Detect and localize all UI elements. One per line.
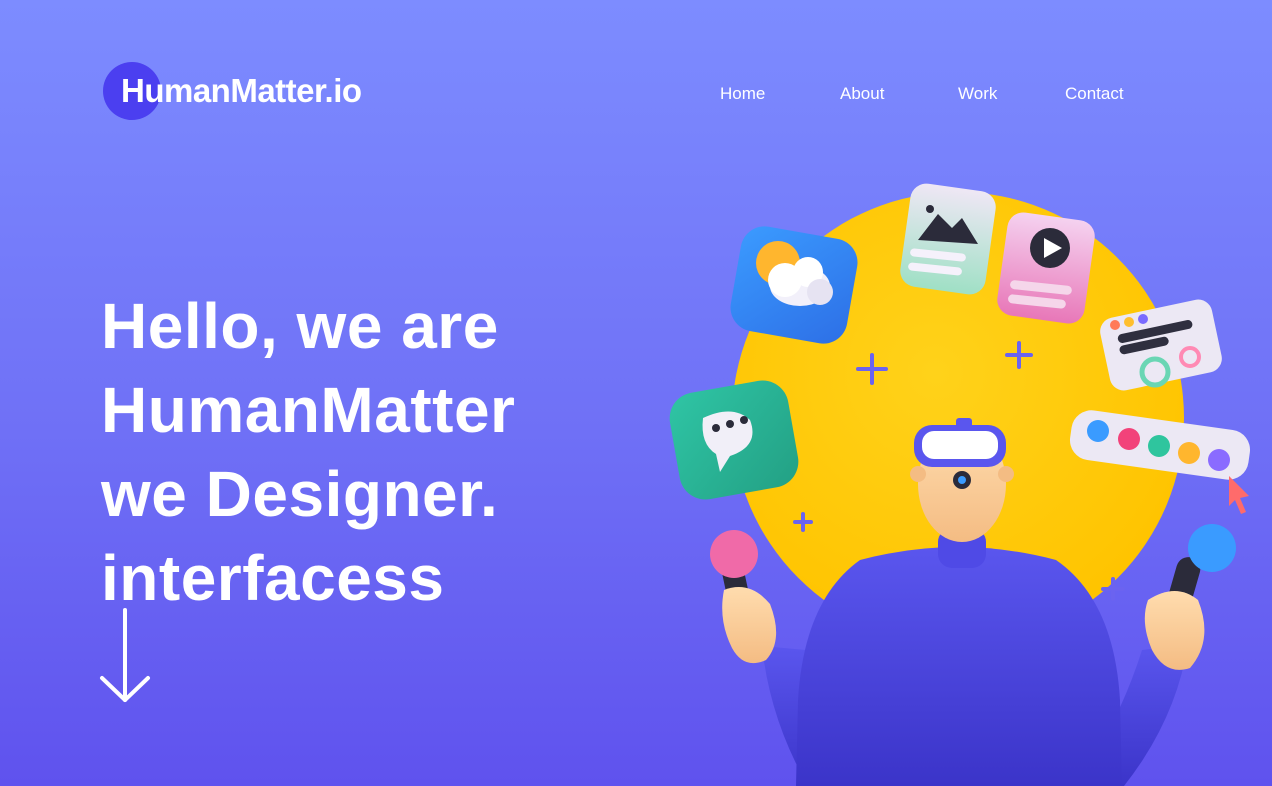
hero-heading: Hello, we are HumanMatter we Designer. i… <box>101 284 661 620</box>
weather-icon <box>730 226 858 344</box>
left-controller-icon <box>710 530 777 664</box>
hero-line-2: HumanMatter <box>101 374 516 446</box>
chat-bubble-icon <box>669 380 799 500</box>
hero-line-1: Hello, we are <box>101 290 499 362</box>
nav-home[interactable]: Home <box>720 84 765 104</box>
play-card-icon <box>997 212 1095 324</box>
hero-line-4: interfacess <box>101 542 445 614</box>
character-body <box>796 547 1122 786</box>
nav-about[interactable]: About <box>840 84 884 104</box>
cursor-icon <box>1229 476 1249 514</box>
nav-contact[interactable]: Contact <box>1065 84 1124 104</box>
right-controller-icon <box>1144 524 1236 670</box>
vr-headset-icon <box>914 425 1006 467</box>
nav-work[interactable]: Work <box>958 84 997 104</box>
arrow-down-icon[interactable] <box>98 606 152 706</box>
brand-name: HumanMatter.io <box>121 72 362 109</box>
hero-line-3: we Designer. <box>101 458 499 530</box>
hero-illustration <box>669 183 1251 786</box>
image-card-icon <box>900 183 996 295</box>
